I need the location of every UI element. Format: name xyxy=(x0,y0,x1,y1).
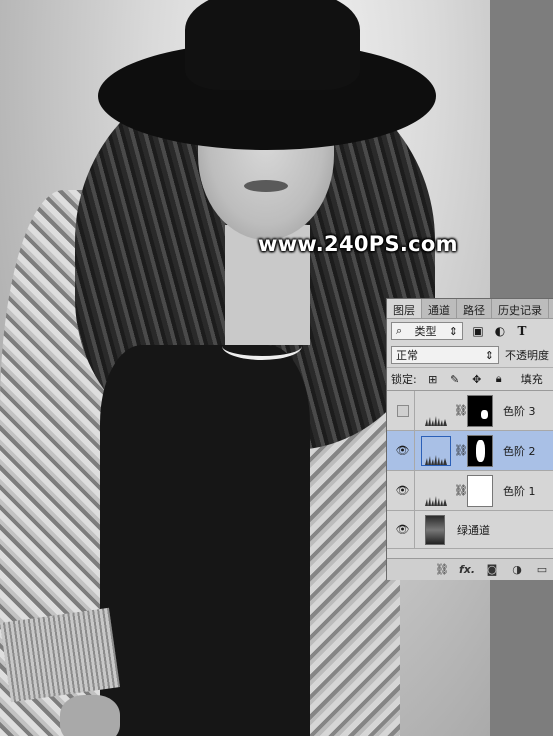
levels-adjustment-icon xyxy=(421,396,451,426)
type-filter-icon[interactable]: T xyxy=(515,324,529,338)
blend-mode-select[interactable]: 正常 ⇕ xyxy=(391,346,499,364)
tab-history[interactable]: 历史记录 xyxy=(492,299,549,318)
photo-hand xyxy=(60,695,120,736)
mask-spot xyxy=(481,409,488,419)
photo-sleeve-cuff xyxy=(0,607,121,703)
levels-adjustment-icon xyxy=(421,476,451,506)
lock-label: 锁定: xyxy=(391,373,417,386)
layer-name: 绿通道 xyxy=(457,523,490,537)
layer-filter-select[interactable]: ⌕ 类型 ⇕ xyxy=(391,322,463,340)
updown-arrows-icon: ⇕ xyxy=(484,348,494,362)
visibility-off-box xyxy=(396,404,409,417)
layer-mask-thumbnail[interactable] xyxy=(467,434,493,467)
photo-necklace xyxy=(222,332,302,360)
layers-panel: 图层 通道 路径 历史记录 ⌕ 类型 ⇕ ▣ ◐ T 正常 ⇕ 不透明度 锁定:… xyxy=(386,298,553,580)
chain-link-icon[interactable]: ⛓ xyxy=(454,484,468,497)
eye-icon: 👁︎ xyxy=(395,444,410,457)
new-group-icon[interactable]: ▭ xyxy=(535,563,549,577)
tab-channels[interactable]: 通道 xyxy=(422,299,457,318)
photo-lips xyxy=(244,180,288,192)
blend-row: 正常 ⇕ 不透明度 xyxy=(387,343,553,367)
visibility-toggle[interactable]: 👁︎ xyxy=(391,510,415,549)
layer-name: 色阶 3 xyxy=(503,404,536,418)
layer-name: 色阶 2 xyxy=(503,444,536,458)
layer-name: 色阶 1 xyxy=(503,484,536,498)
fx-icon[interactable]: fx. xyxy=(459,563,475,577)
visibility-toggle[interactable]: 👁︎ xyxy=(391,430,415,471)
layer-green-channel[interactable]: 👁︎ 绿通道 xyxy=(387,510,553,549)
panel-footer: ⛓ fx. ◙ ◑ ▭ xyxy=(387,558,553,580)
updown-arrows-icon: ⇕ xyxy=(448,324,458,338)
tab-layers[interactable]: 图层 xyxy=(387,299,422,318)
opacity-label: 不透明度 xyxy=(505,349,549,362)
visibility-toggle[interactable] xyxy=(391,390,415,431)
watermark-text: www.240PS.com xyxy=(258,232,458,256)
chain-link-icon[interactable]: ⛓ xyxy=(454,444,468,457)
fill-label: 填充 xyxy=(520,373,543,386)
adjustment-filter-icon[interactable]: ◐ xyxy=(493,324,507,338)
levels-adjustment-icon xyxy=(421,435,451,466)
panel-tabs: 图层 通道 路径 历史记录 xyxy=(387,299,553,319)
chain-link-icon[interactable]: ⛓ xyxy=(454,404,468,417)
layer-levels-1[interactable]: 👁︎ ⛓ 色阶 1 xyxy=(387,470,553,511)
lock-all-icon[interactable]: 🔒︎ xyxy=(493,372,505,385)
add-mask-icon[interactable]: ◙ xyxy=(485,563,499,577)
lock-move-icon[interactable]: ✥ xyxy=(471,373,483,386)
search-icon: ⌕ xyxy=(396,324,403,337)
layer-mask-thumbnail[interactable] xyxy=(467,474,493,507)
tab-paths[interactable]: 路径 xyxy=(457,299,492,318)
lock-row: 锁定: ⊞ ✎ ✥ 🔒︎ 填充 xyxy=(387,367,553,391)
eye-icon: 👁︎ xyxy=(395,484,410,497)
filter-row: ⌕ 类型 ⇕ ▣ ◐ T xyxy=(387,319,553,343)
image-filter-icon[interactable]: ▣ xyxy=(471,324,485,338)
lock-brush-icon[interactable]: ✎ xyxy=(449,373,461,386)
layer-image-thumbnail[interactable] xyxy=(425,514,445,545)
lock-transparent-icon[interactable]: ⊞ xyxy=(427,373,439,386)
photo-hat-crown xyxy=(185,0,360,90)
blend-mode-value: 正常 xyxy=(396,349,418,362)
layer-levels-3[interactable]: ⛓ 色阶 3 xyxy=(387,390,553,431)
layer-mask-thumbnail[interactable] xyxy=(467,394,493,427)
link-icon[interactable]: ⛓ xyxy=(435,563,449,577)
layer-levels-2[interactable]: 👁︎ ⛓ 色阶 2 xyxy=(387,430,553,471)
visibility-toggle[interactable]: 👁︎ xyxy=(391,470,415,511)
filter-value: 类型 xyxy=(414,325,437,338)
photo-dress xyxy=(100,345,310,736)
mask-figure xyxy=(476,439,485,462)
eye-icon: 👁︎ xyxy=(395,523,410,536)
adjustment-layer-icon[interactable]: ◑ xyxy=(510,563,524,577)
